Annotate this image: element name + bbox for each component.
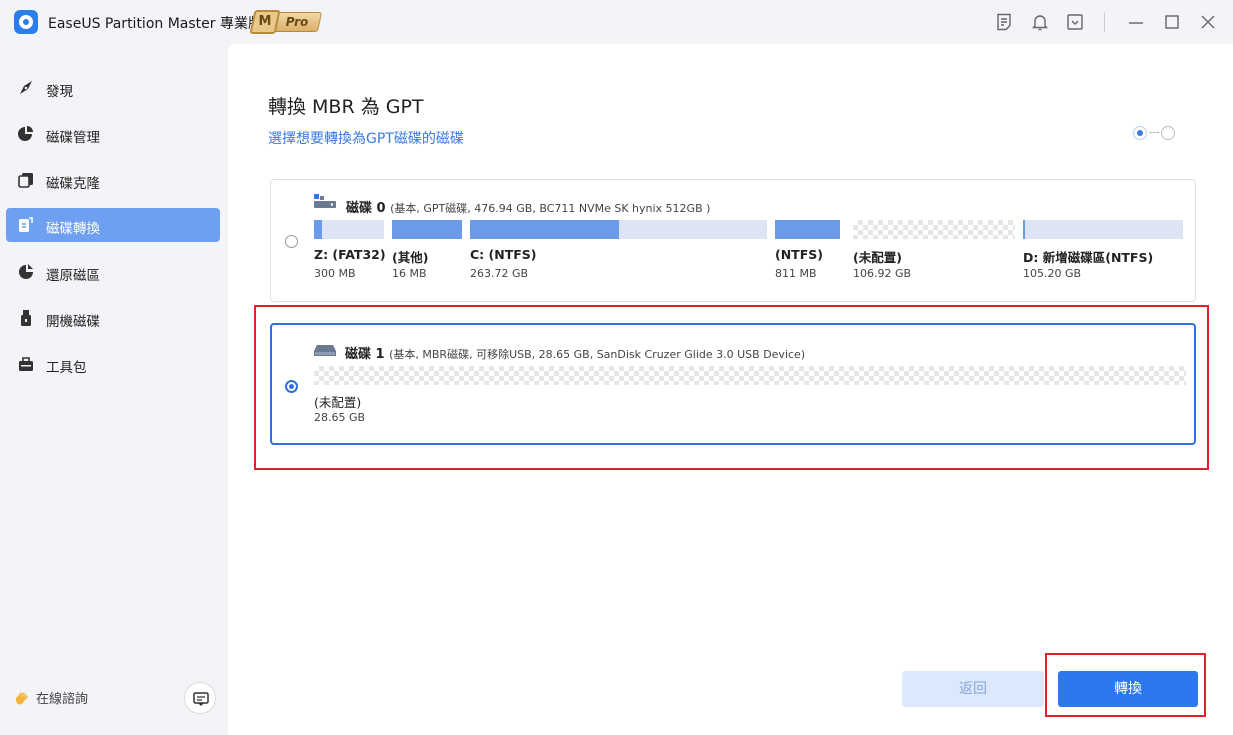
dropdown-menu-icon[interactable] [1065, 12, 1085, 32]
sidebar-item-label: 發現 [46, 84, 73, 100]
disk-0-name: 磁碟 0 (基本, GPT磁碟, 476.94 GB, BC711 NVMe S… [346, 197, 710, 216]
page-title: 轉換 MBR 為 GPT [268, 96, 424, 118]
partition-size: 300 MB [314, 267, 356, 280]
partition-bar[interactable] [1023, 220, 1183, 239]
back-button[interactable]: 返回 [902, 671, 1044, 707]
feedback-button[interactable] [184, 682, 216, 714]
partition-label: (其他) [392, 250, 429, 265]
partition-label: (未配置) [853, 250, 902, 265]
sidebar-item-disk-clone[interactable]: 磁碟克隆 [6, 163, 220, 197]
partition-fill [1023, 220, 1025, 239]
partition-fill [775, 220, 840, 239]
partition-fill [470, 220, 619, 239]
clone-icon [18, 173, 33, 188]
partition-bar[interactable] [470, 220, 767, 239]
app-logo-icon [14, 10, 38, 34]
convert-icon [19, 217, 33, 232]
partition-size: 106.92 GB [853, 267, 912, 280]
compass-icon [20, 81, 32, 94]
chat-icon [193, 692, 209, 706]
step-1-dot [1133, 126, 1147, 140]
online-consult-label: 在線諮詢 [36, 692, 89, 707]
partition-fill [392, 220, 462, 239]
disk-info: (基本, GPT磁碟, 476.94 GB, BC711 NVMe SK hyn… [390, 202, 711, 215]
step-2-dot [1161, 126, 1175, 140]
pro-badge-m: M [249, 10, 281, 34]
maximize-icon[interactable] [1162, 12, 1182, 32]
partition-size: 105.20 GB [1023, 267, 1082, 280]
partition-bar[interactable] [775, 220, 840, 239]
partition-size: 811 MB [775, 267, 817, 280]
step-connector [1149, 132, 1159, 133]
partition-bar[interactable] [314, 220, 384, 239]
disk-card-0[interactable]: 磁碟 0 (基本, GPT磁碟, 476.94 GB, BC711 NVMe S… [270, 179, 1196, 302]
partition-label: Z: (FAT32) [314, 247, 386, 262]
disk-name-label: 磁碟 0 [346, 201, 386, 216]
sidebar: 發現 磁碟管理 磁碟克隆 磁碟轉換 還原磁區 開機磁碟 工具包 在線諮詢 [0, 44, 228, 735]
disk-0-radio[interactable] [285, 235, 298, 248]
partition-size: 263.72 GB [470, 267, 529, 280]
pro-badge: Pro M [249, 10, 323, 34]
sidebar-item-toolbox[interactable]: 工具包 [6, 347, 220, 381]
partition-size: 16 MB [392, 267, 427, 280]
partition-label: (NTFS) [775, 247, 823, 262]
titlebar-separator [1104, 12, 1105, 32]
bell-icon[interactable] [1030, 12, 1050, 32]
online-consult-link[interactable]: 在線諮詢 [14, 688, 88, 707]
sidebar-item-label: 工具包 [46, 360, 87, 376]
pie-chart-icon [18, 126, 33, 141]
hard-disk-icon [314, 194, 336, 208]
waving-hand-icon [15, 692, 28, 705]
sidebar-item-disk-management[interactable]: 磁碟管理 [6, 117, 220, 151]
app-title: EaseUS Partition Master 專業版 [48, 16, 262, 32]
sidebar-item-boot-disk[interactable]: 開機磁碟 [6, 301, 220, 335]
minimize-icon[interactable] [1126, 12, 1146, 32]
recover-icon [19, 264, 33, 279]
partition-label: C: (NTFS) [470, 247, 537, 262]
title-bar: EaseUS Partition Master 專業版 Pro M [0, 0, 1233, 44]
page-subtitle: 選擇想要轉換為GPT磁碟的磁碟 [268, 131, 464, 147]
convert-button[interactable]: 轉換 [1058, 671, 1198, 707]
sidebar-item-label: 磁碟管理 [46, 130, 100, 146]
partition-bar-unallocated[interactable] [853, 220, 1015, 239]
partition-label: D: 新增磁碟區(NTFS) [1023, 250, 1154, 265]
partition-fill [314, 220, 323, 239]
sidebar-item-label: 開機磁碟 [46, 314, 100, 330]
sidebar-item-discover[interactable]: 發現 [6, 71, 220, 105]
sidebar-item-label: 磁碟轉換 [46, 221, 100, 237]
sidebar-item-recover-partition[interactable]: 還原磁區 [6, 255, 220, 289]
highlight-box-disk-1 [254, 305, 1209, 470]
sidebar-item-label: 還原磁區 [46, 268, 100, 284]
step-indicator [1133, 126, 1175, 140]
usb-icon [21, 310, 31, 326]
main-panel: 轉換 MBR 為 GPT 選擇想要轉換為GPT磁碟的磁碟 磁碟 0 (基本, G… [228, 44, 1233, 735]
toolbox-icon [19, 357, 33, 371]
partition-bar[interactable] [392, 220, 462, 239]
sidebar-item-label: 磁碟克隆 [46, 176, 100, 192]
notes-icon[interactable] [994, 12, 1014, 32]
close-icon[interactable] [1198, 12, 1218, 32]
sidebar-item-disk-convert[interactable]: 磁碟轉換 [6, 208, 220, 242]
